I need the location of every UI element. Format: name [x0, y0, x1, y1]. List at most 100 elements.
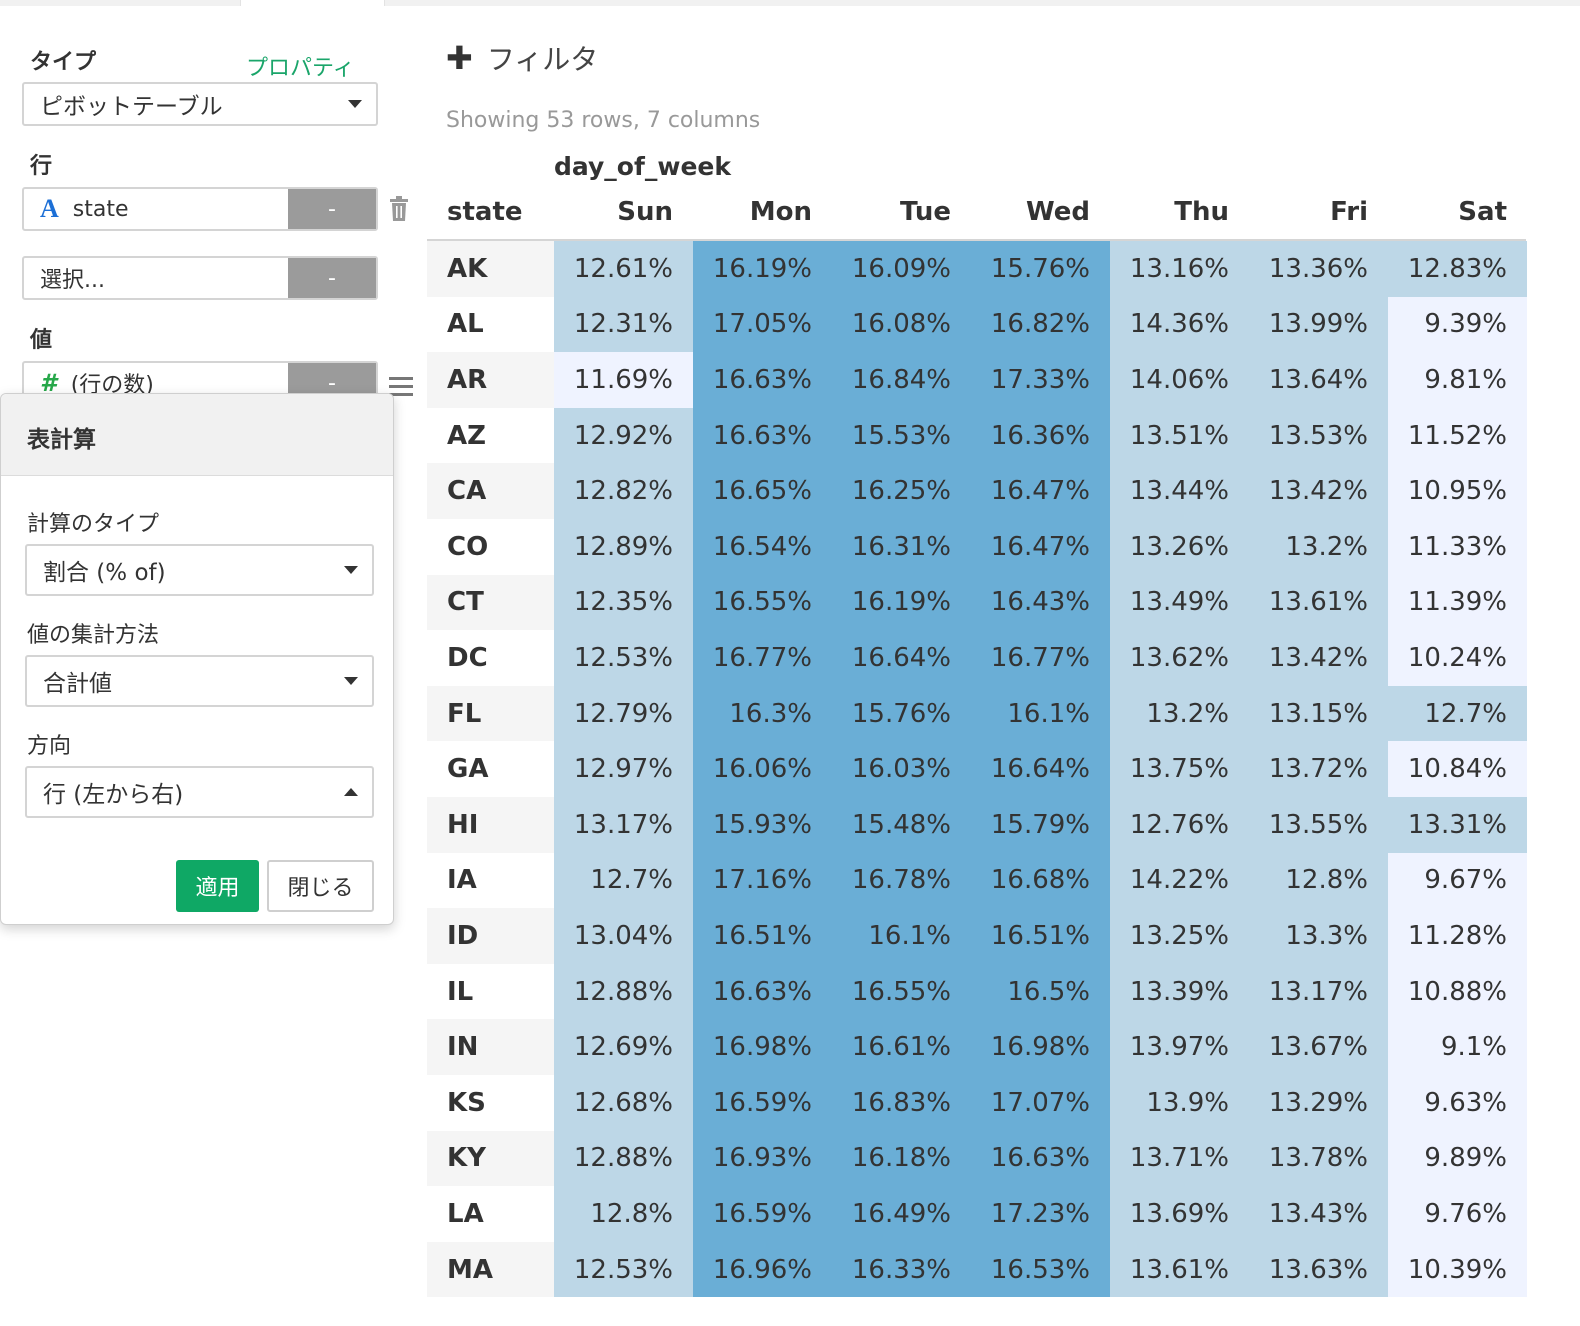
column-header-wed[interactable]: Wed	[971, 197, 1110, 237]
value-cell: 12.97%	[554, 741, 693, 797]
value-cell: 12.35%	[554, 574, 693, 631]
row-select-field[interactable]: 選択... -	[22, 256, 378, 300]
value-cell: 13.2%	[1249, 519, 1388, 575]
value-cell: 12.82%	[554, 463, 693, 519]
column-header-sat[interactable]: Sat	[1388, 197, 1527, 237]
table-row: GA 12.97% 16.06% 16.03% 16.64% 13.75% 13.72% 10…	[427, 741, 1527, 797]
value-cell: 16.47%	[971, 519, 1110, 575]
value-cell: 12.83%	[1388, 241, 1527, 297]
value-cell: 12.7%	[1388, 685, 1527, 742]
close-button[interactable]: 閉じる	[267, 860, 374, 912]
value-cell: 17.16%	[693, 852, 832, 909]
table-row: CT 12.35% 16.55% 16.19% 16.43% 13.49% 13.61% 11…	[427, 574, 1527, 631]
calc-type-value: 割合 (% of)	[43, 560, 166, 586]
value-cell: 13.78%	[1249, 1130, 1388, 1187]
value-cell: 13.26%	[1110, 519, 1249, 575]
direction-select[interactable]: 行 (左から右)	[25, 766, 374, 818]
value-cell: 10.84%	[1388, 741, 1527, 797]
value-cell: 13.17%	[1249, 963, 1388, 1020]
value-cell: 16.25%	[832, 463, 971, 519]
apply-button[interactable]: 適用	[176, 860, 259, 912]
chart-type-select[interactable]: ピボットテーブル	[22, 82, 378, 126]
value-cell: 13.43%	[1249, 1186, 1388, 1242]
direction-label: 方向	[27, 734, 72, 759]
value-cell: 16.08%	[832, 296, 971, 353]
value-cell: 16.53%	[971, 1241, 1110, 1298]
value-cell: 16.51%	[693, 908, 832, 964]
value-cell: 16.31%	[832, 519, 971, 575]
value-cell: 14.22%	[1110, 852, 1249, 909]
row-header-state[interactable]: state	[447, 197, 523, 237]
state-cell: AR	[427, 352, 554, 408]
value-cell: 12.79%	[554, 685, 693, 742]
value-cell: 16.65%	[693, 463, 832, 519]
direction-value: 行 (左から右)	[43, 782, 184, 808]
value-cell: 12.88%	[554, 1130, 693, 1187]
popup-title: 表計算	[1, 394, 393, 476]
value-cell: 16.19%	[832, 574, 971, 631]
value-cell: 16.93%	[693, 1130, 832, 1187]
value-cell: 16.59%	[693, 1075, 832, 1131]
value-cell: 13.97%	[1110, 1019, 1249, 1075]
column-header-tue[interactable]: Tue	[832, 197, 971, 237]
value-cell: 16.68%	[971, 852, 1110, 909]
state-cell: HI	[427, 797, 554, 853]
table-row: KS 12.68% 16.59% 16.83% 17.07% 13.9% 13.29% 9.6…	[427, 1075, 1527, 1131]
select-field-minus-button[interactable]: -	[288, 258, 376, 298]
value-cell: 16.18%	[832, 1130, 971, 1187]
value-cell: 13.49%	[1110, 574, 1249, 631]
select-placeholder: 選択...	[40, 268, 105, 293]
value-cell: 13.42%	[1249, 463, 1388, 519]
type-label: タイプ	[30, 50, 97, 75]
column-header-thu[interactable]: Thu	[1110, 197, 1249, 237]
value-cell: 9.67%	[1388, 852, 1527, 909]
row-field-state[interactable]: A state -	[22, 187, 378, 231]
value-cell: 16.43%	[971, 574, 1110, 631]
value-cell: 13.67%	[1249, 1019, 1388, 1075]
value-cell: 13.25%	[1110, 908, 1249, 964]
state-cell: MA	[427, 1241, 554, 1298]
table-row: IN 12.69% 16.98% 16.61% 16.98% 13.97% 13.67% 9.…	[427, 1019, 1527, 1075]
value-cell: 16.09%	[832, 241, 971, 297]
table-row: FL 12.79% 16.3% 15.76% 16.1% 13.2% 13.15% 12.7%	[427, 685, 1527, 742]
add-filter-button[interactable]: ✚ フィルタ	[446, 38, 598, 78]
aggregation-select[interactable]: 合計値	[25, 655, 374, 707]
value-cell: 13.36%	[1249, 241, 1388, 297]
value-cell: 16.61%	[832, 1019, 971, 1075]
value-cell: 11.69%	[554, 352, 693, 408]
menu-icon[interactable]	[389, 377, 413, 397]
calc-type-select[interactable]: 割合 (% of)	[25, 544, 374, 596]
column-header-mon[interactable]: Mon	[693, 197, 832, 237]
row-field-minus-button[interactable]: -	[288, 189, 376, 229]
value-cell: 16.78%	[832, 852, 971, 909]
filter-label: フィルタ	[486, 43, 599, 76]
value-cell: 13.63%	[1249, 1241, 1388, 1298]
state-cell: KY	[427, 1130, 554, 1187]
value-cell: 16.1%	[832, 908, 971, 964]
value-cell: 13.75%	[1110, 741, 1249, 797]
value-cell: 16.63%	[971, 1130, 1110, 1187]
value-cell: 12.8%	[554, 1186, 693, 1242]
state-cell: AZ	[427, 407, 554, 464]
table-row: DC 12.53% 16.77% 16.64% 16.77% 13.62% 13.42% 10…	[427, 630, 1527, 686]
chevron-down-icon	[344, 566, 358, 574]
column-header-fri[interactable]: Fri	[1249, 197, 1388, 237]
value-cell: 16.54%	[693, 519, 832, 575]
trash-icon[interactable]	[388, 196, 410, 222]
value-cell: 16.63%	[693, 407, 832, 464]
value-cell: 12.68%	[554, 1075, 693, 1131]
column-header-sun[interactable]: Sun	[554, 197, 693, 237]
value-cell: 12.69%	[554, 1019, 693, 1075]
value-cell: 12.92%	[554, 407, 693, 464]
value-cell: 9.89%	[1388, 1130, 1527, 1187]
value-cell: 13.9%	[1110, 1075, 1249, 1131]
value-cell: 16.83%	[832, 1075, 971, 1131]
table-row: IA 12.7% 17.16% 16.78% 16.68% 14.22% 12.8% 9.67…	[427, 852, 1527, 909]
value-cell: 16.33%	[832, 1241, 971, 1298]
value-cell: 13.71%	[1110, 1130, 1249, 1187]
state-cell: CT	[427, 574, 554, 631]
value-cell: 16.82%	[971, 296, 1110, 353]
value-cell: 16.64%	[971, 741, 1110, 797]
properties-link[interactable]: プロパティ	[246, 50, 355, 82]
value-cell: 15.76%	[971, 241, 1110, 297]
